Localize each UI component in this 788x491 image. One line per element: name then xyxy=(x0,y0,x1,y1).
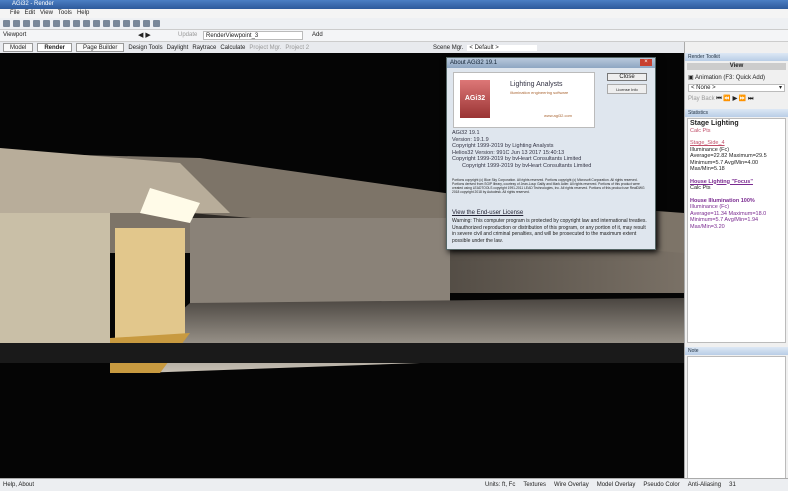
tool-icon[interactable] xyxy=(83,20,90,27)
render-toolkit-header: Render Toolkit xyxy=(685,53,788,61)
zoom-icon[interactable] xyxy=(143,20,150,27)
textures-toggle[interactable]: Textures xyxy=(523,479,546,491)
about-dialog: About AGi32 19.1 × AGi32 Lighting Analys… xyxy=(446,57,656,250)
mode-tabs: Model Render Page Builder Design Tools D… xyxy=(0,42,684,53)
menu-file[interactable]: File xyxy=(10,9,20,18)
tab-model[interactable]: Model xyxy=(3,43,34,52)
license-info-button[interactable]: License Info xyxy=(607,84,647,94)
save-icon[interactable] xyxy=(23,20,30,27)
tab-page-builder[interactable]: Page Builder xyxy=(76,43,125,52)
menu-tools[interactable]: Tools xyxy=(58,9,72,18)
status-text: Help, About xyxy=(3,482,35,488)
view-button[interactable]: View xyxy=(687,63,786,70)
brand-name: Lighting Analysts xyxy=(510,81,563,88)
status-bar: Help, About Units: ft, Fc Textures Wire … xyxy=(0,478,788,491)
viewport-name-field[interactable]: RenderViewpoint_3 xyxy=(203,31,303,40)
menu-help[interactable]: Help xyxy=(77,9,89,18)
menu-edit[interactable]: Edit xyxy=(25,9,35,18)
tool-icon[interactable] xyxy=(93,20,100,27)
tool-icon[interactable] xyxy=(43,20,50,27)
tool-icon[interactable] xyxy=(133,20,140,27)
main-toolbar xyxy=(0,18,788,30)
title-bar: AGi32 - Render xyxy=(0,0,788,9)
pseudo-color-toggle[interactable]: Pseudo Color xyxy=(643,479,679,491)
statistics-list: Stage Lighting Calc Pts Stage_Side_4 Ill… xyxy=(687,118,786,343)
status-toggles: Units: ft, Fc Textures Wire Overlay Mode… xyxy=(485,479,736,491)
tool-icon[interactable] xyxy=(73,20,80,27)
tool-icon[interactable] xyxy=(103,20,110,27)
anti-aliasing-toggle[interactable]: Anti-Aliasing xyxy=(688,479,721,491)
tool-icon[interactable] xyxy=(113,20,120,27)
viewport-bar: Viewport ◀ ▶ Update RenderViewpoint_3 Ad… xyxy=(0,30,788,42)
project-mgr[interactable]: Project Mgr. xyxy=(249,45,281,51)
statistics-header: Statistics xyxy=(685,109,788,117)
eula-link[interactable]: View the End-user License xyxy=(452,210,523,216)
brand-subtitle: illumination engineering software xyxy=(510,90,569,95)
design-tools-menu[interactable]: Design Tools xyxy=(128,45,162,51)
add-button[interactable]: Add xyxy=(312,32,323,38)
close-button[interactable]: Close xyxy=(607,73,647,81)
units-toggle[interactable]: Units: ft, Fc xyxy=(485,479,515,491)
playback-controls: Play Back ⏮ ⏪ ▶ ⏩ ⏭ xyxy=(688,96,754,102)
tool-icon[interactable] xyxy=(53,20,60,27)
dialog-title: About AGi32 19.1 xyxy=(447,58,655,68)
tool-icon[interactable] xyxy=(123,20,130,27)
anti-aliasing-value: 31 xyxy=(729,482,736,488)
version-info: AGi32 19.1 Version: 19.1.9 Copyright 1999-… xyxy=(452,130,592,169)
note-area[interactable] xyxy=(687,356,786,484)
right-panel: Render Toolkit View ▣ Animation (F3: Qui… xyxy=(684,42,788,484)
scene-mgr-button[interactable]: Scene Mgr. xyxy=(433,45,463,51)
tab-render[interactable]: Render xyxy=(37,43,73,52)
calculate-menu[interactable]: Calculate xyxy=(220,45,245,51)
logo-banner: AGi32 Lighting Analysts illumination eng… xyxy=(453,72,595,128)
print-icon[interactable] xyxy=(33,20,40,27)
tool-icon[interactable] xyxy=(63,20,70,27)
window-title: AGi32 - Render xyxy=(12,1,54,7)
model-overlay-toggle[interactable]: Model Overlay xyxy=(597,479,636,491)
nav-arrows-icon[interactable]: ◀ ▶ xyxy=(138,31,151,39)
copyright-warning: Warning: This computer program is protec… xyxy=(452,218,647,244)
note-header: Note xyxy=(685,347,788,355)
help-icon[interactable] xyxy=(153,20,160,27)
daylight-menu[interactable]: Daylight xyxy=(167,45,189,51)
agi32-logo: AGi32 xyxy=(460,80,490,118)
menu-view[interactable]: View xyxy=(40,9,53,18)
menu-bar: File Edit View Tools Help xyxy=(0,9,788,18)
brand-url: www.agi32.com xyxy=(544,113,573,118)
wire-overlay-toggle[interactable]: Wire Overlay xyxy=(554,479,589,491)
animation-select[interactable]: < None > ▾ xyxy=(688,84,785,92)
new-icon[interactable] xyxy=(3,20,10,27)
project-select[interactable]: Project 2 xyxy=(285,45,309,51)
playback-buttons-icon[interactable]: ⏮ ⏪ ▶ ⏩ ⏭ xyxy=(716,96,753,102)
animation-button[interactable]: ▣ Animation (F3: Quick Add) xyxy=(685,72,788,83)
viewport-label: Viewport xyxy=(3,32,27,38)
fine-print: Portions copyright (c) Blue Sky Corporat… xyxy=(452,178,645,194)
open-icon[interactable] xyxy=(13,20,20,27)
close-icon[interactable]: × xyxy=(640,59,652,66)
raytrace-menu[interactable]: Raytrace xyxy=(192,45,216,51)
update-button[interactable]: Update xyxy=(178,32,197,38)
scene-select[interactable]: < Default > xyxy=(467,44,538,51)
